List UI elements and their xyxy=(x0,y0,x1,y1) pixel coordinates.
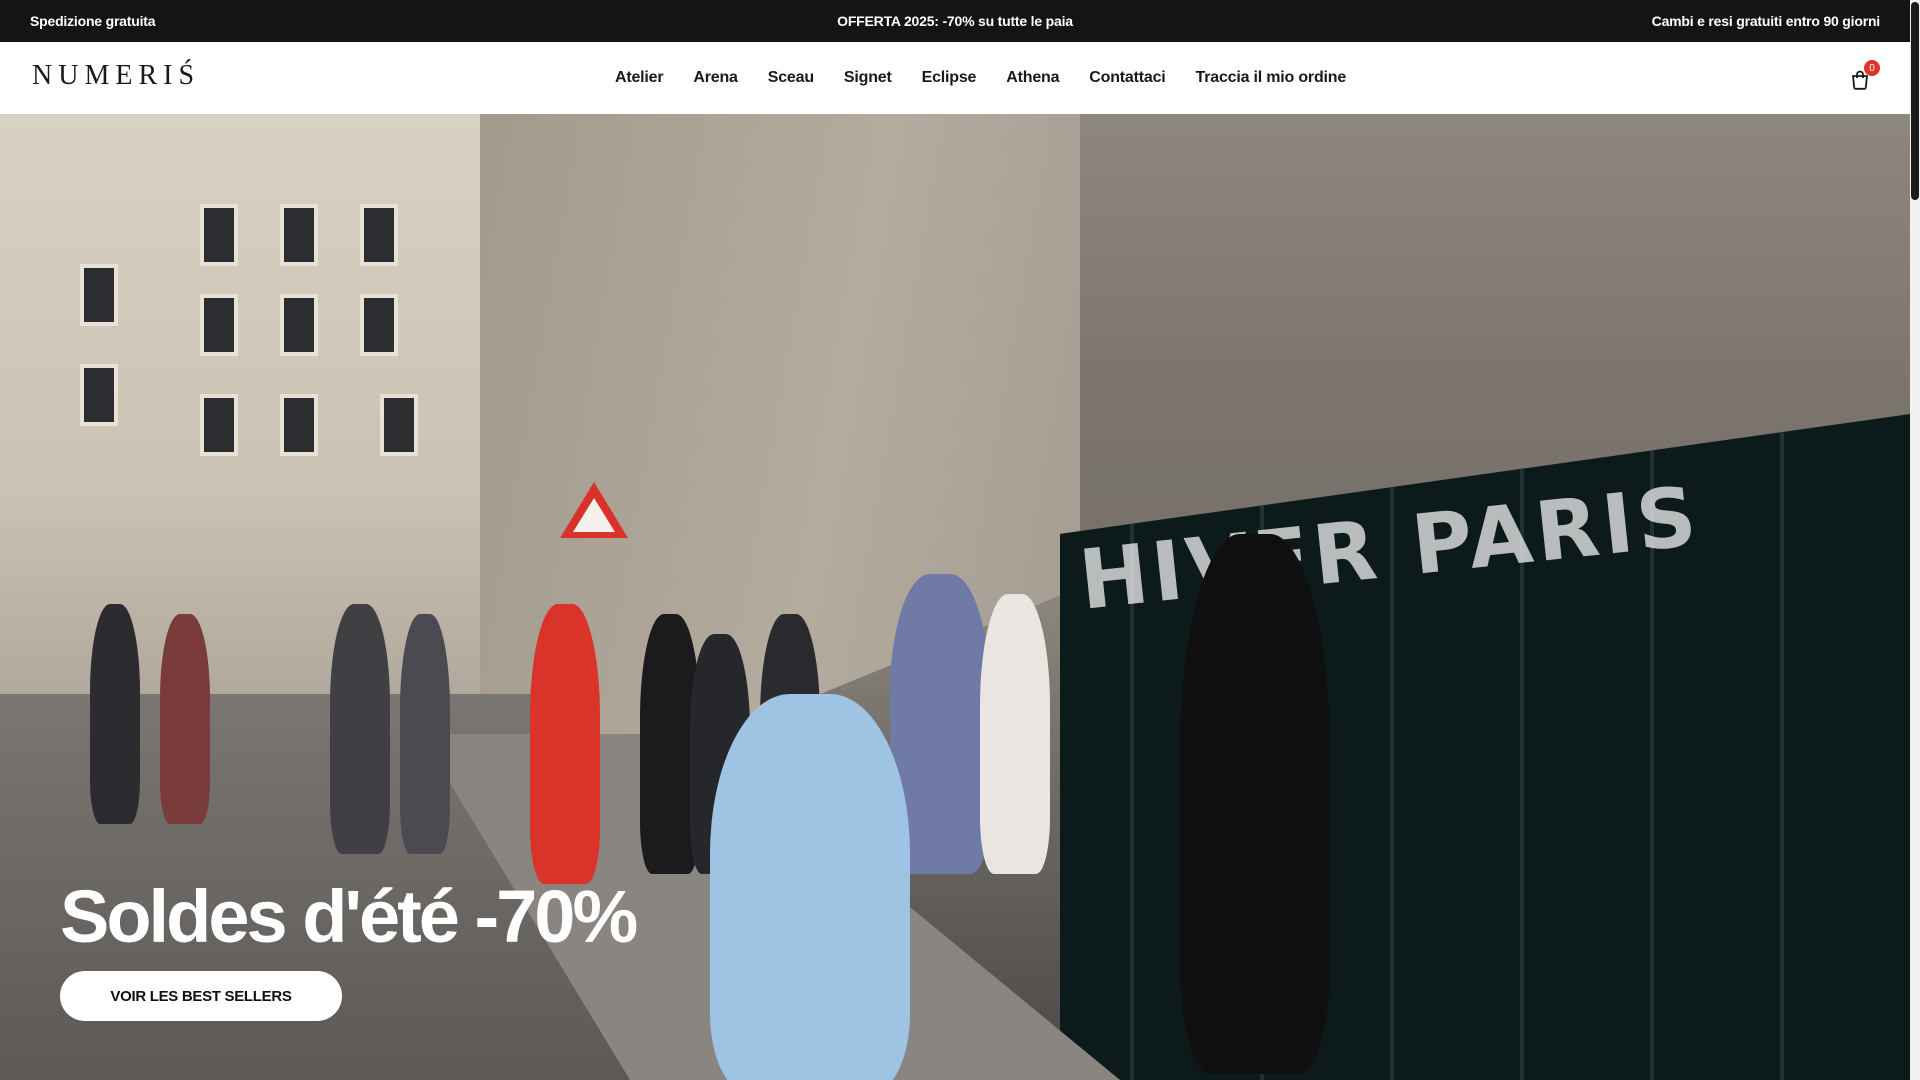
cart-button[interactable]: 0 xyxy=(1848,60,1880,92)
site-logo[interactable]: NUMERIŚ xyxy=(32,60,200,92)
announcement-right: Cambi e resi gratuiti entro 90 giorni xyxy=(1651,13,1881,29)
nav-item-arena[interactable]: Arena xyxy=(678,69,752,87)
scrollbar-thumb[interactable] xyxy=(1911,2,1919,200)
main-nav: Atelier Arena Sceau Signet Eclipse Athen… xyxy=(600,42,1361,114)
page-scrollbar[interactable] xyxy=(1910,0,1920,1080)
nav-item-athena[interactable]: Athena xyxy=(991,69,1074,87)
best-sellers-button[interactable]: VOIR LES BEST SELLERS xyxy=(60,971,342,1021)
nav-item-contattaci[interactable]: Contattaci xyxy=(1074,69,1180,87)
hero-banner: HIVER PARIS Soldes d'été -70% VOIR LES B… xyxy=(0,114,1910,1080)
nav-item-atelier[interactable]: Atelier xyxy=(600,69,678,87)
announcement-left: Spedizione gratuita xyxy=(30,13,156,29)
nav-item-eclipse[interactable]: Eclipse xyxy=(907,69,992,87)
hero-title: Soldes d'été -70% xyxy=(60,875,638,958)
nav-item-sceau[interactable]: Sceau xyxy=(753,69,829,87)
cart-count-badge: 0 xyxy=(1864,60,1880,76)
site-header: NUMERIŚ Atelier Arena Sceau Signet Eclip… xyxy=(0,42,1910,114)
announcement-center[interactable]: OFFERTA 2025: -70% su tutte le paia xyxy=(837,13,1073,29)
announcement-bar: Spedizione gratuita OFFERTA 2025: -70% s… xyxy=(0,0,1910,42)
nav-item-track-order[interactable]: Traccia il mio ordine xyxy=(1181,69,1362,87)
nav-item-signet[interactable]: Signet xyxy=(829,69,907,87)
